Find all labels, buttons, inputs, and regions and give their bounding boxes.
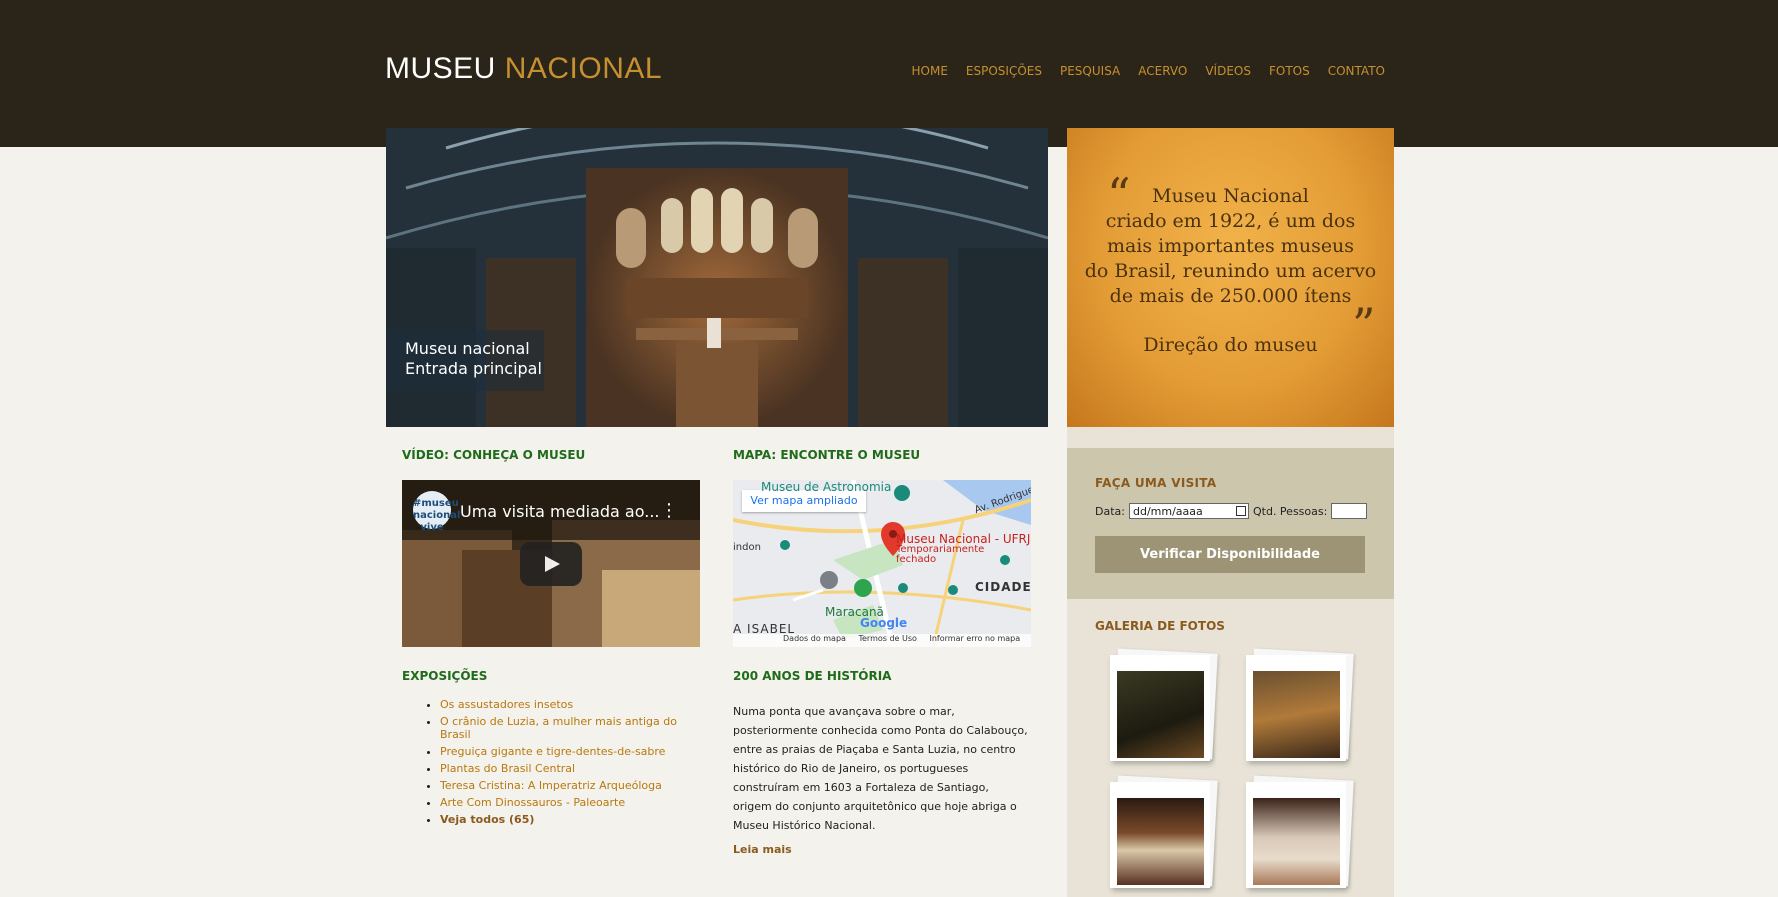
hero-caption: Museu nacional Entrada principal — [386, 330, 544, 391]
google-logo: Google — [860, 616, 908, 630]
site-header: MUSEU NACIONAL HOME ESPOSIÇÕES PESQUISA … — [0, 0, 1778, 147]
map-place-status: Temporariamente fechado — [896, 544, 985, 565]
logo-part-2: NACIONAL — [504, 52, 663, 85]
map-report-link[interactable]: Informar erro no mapa — [930, 634, 1021, 643]
video-title[interactable]: Uma visita mediada ao... — [460, 502, 660, 521]
map-footer: Dados do mapa Termos de Uso Informar err… — [733, 634, 1031, 647]
nav-acervo[interactable]: ACERVO — [1138, 64, 1187, 78]
quote-text: Museu Nacional criado em 1922, é um dos … — [1067, 184, 1394, 309]
exposicao-link[interactable]: O crânio de Luzia, a mulher mais antiga … — [440, 715, 677, 741]
list-item: Veja todos (65) — [440, 813, 710, 826]
gallery-title: GALERIA DE FOTOS — [1095, 619, 1225, 633]
exposicoes-title: EXPOSIÇÕES — [402, 669, 488, 683]
read-more-link[interactable]: Leia mais — [733, 843, 792, 856]
check-availability-button[interactable]: Verificar Disponibilidade — [1095, 536, 1365, 573]
visit-form: FAÇA UMA VISITA Data: dd/mm/aaaa Qtd. Pe… — [1067, 448, 1394, 599]
exposicao-link[interactable]: Teresa Cristina: A Imperatriz Arqueóloga — [440, 779, 662, 792]
gallery-thumb[interactable] — [1110, 775, 1218, 888]
exposicao-link[interactable]: Preguiça gigante e tigre-dentes-de-sabre — [440, 745, 665, 758]
list-item: Plantas do Brasil Central — [440, 762, 710, 775]
map-label: Museu de Astronomia — [761, 480, 892, 494]
hero-image: Museu nacional Entrada principal — [386, 128, 1048, 427]
calendar-icon[interactable] — [1235, 506, 1246, 516]
qty-label: Qtd. Pessoas: — [1252, 504, 1328, 518]
more-options-icon[interactable]: ⋮ — [660, 500, 678, 521]
exposicoes-list: Os assustadores insetos O crânio de Luzi… — [418, 698, 710, 830]
view-all-link[interactable]: Veja todos (65) — [440, 813, 534, 826]
historia-text: Numa ponta que avançava sobre o mar, pos… — [733, 705, 1028, 832]
map-label: CIDADE — [975, 580, 1031, 594]
gallery-thumb[interactable] — [1110, 648, 1218, 761]
qty-input[interactable] — [1331, 503, 1368, 519]
quote-line: de mais de 250.000 ítens — [1109, 285, 1352, 307]
list-item: Arte Com Dinossauros - Paleoarte — [440, 796, 710, 809]
quote-author: Direção do museu — [1143, 334, 1318, 356]
list-item: O crânio de Luzia, a mulher mais antiga … — [440, 715, 710, 741]
nav-home[interactable]: HOME — [912, 64, 948, 78]
video-player[interactable]: #museu nacional vive Uma visita mediada … — [402, 480, 700, 647]
map-label: indon — [733, 542, 761, 553]
nav-pesquisa[interactable]: PESQUISA — [1060, 64, 1120, 78]
play-button[interactable] — [520, 542, 582, 586]
gallery-photo — [1253, 798, 1340, 885]
nav-fotos[interactable]: FOTOS — [1269, 64, 1310, 78]
thumb-frame — [1246, 655, 1346, 761]
thumb-frame — [1110, 782, 1210, 888]
exposicao-link[interactable]: Plantas do Brasil Central — [440, 762, 575, 775]
list-item: Os assustadores insetos — [440, 698, 710, 711]
site-logo[interactable]: MUSEU NACIONAL — [385, 52, 662, 86]
quote-line: criado em 1922, é um dos — [1105, 210, 1356, 232]
visit-fields: Data: dd/mm/aaaa Qtd. Pessoas: — [1095, 503, 1368, 519]
thumb-frame — [1110, 655, 1210, 761]
embedded-map[interactable]: Ver mapa ampliado Museu de Astronomia Av… — [733, 480, 1031, 647]
video-section-title: VÍDEO: CONHEÇA O MUSEU — [402, 448, 586, 462]
logo-part-1: MUSEU — [385, 52, 496, 85]
exposicao-link[interactable]: Arte Com Dinossauros - Paleoarte — [440, 796, 625, 809]
hero-caption-line-1: Museu nacional — [405, 339, 530, 358]
map-section-title: MAPA: ENCONTRE O MUSEU — [733, 448, 921, 462]
list-item: Preguiça gigante e tigre-dentes-de-sabre — [440, 745, 710, 758]
gallery-photo — [1253, 671, 1340, 758]
quote-line: mais importantes museus — [1106, 235, 1355, 257]
channel-avatar[interactable]: #museu nacional vive — [413, 491, 460, 533]
main-nav: HOME ESPOSIÇÕES PESQUISA ACERVO VÍDEOS F… — [894, 64, 1385, 78]
gallery-thumb[interactable] — [1246, 648, 1354, 761]
quote-line: do Brasil, reunindo um acervo — [1084, 260, 1377, 282]
quote-panel: “ Museu Nacional criado em 1922, é um do… — [1067, 128, 1394, 427]
date-label: Data: — [1095, 504, 1125, 518]
map-data-link[interactable]: Dados do mapa — [783, 634, 846, 643]
date-input[interactable]: dd/mm/aaaa — [1128, 503, 1249, 519]
quote-line: Museu Nacional — [1152, 185, 1309, 207]
gallery-thumb[interactable] — [1246, 775, 1354, 888]
nav-exposicoes[interactable]: ESPOSIÇÕES — [966, 64, 1042, 78]
historia-title: 200 ANOS DE HISTÓRIA — [733, 669, 892, 683]
thumb-frame — [1246, 782, 1346, 888]
gallery-photo — [1117, 798, 1204, 885]
list-item: Teresa Cristina: A Imperatriz Arqueóloga — [440, 779, 710, 792]
visit-title: FAÇA UMA VISITA — [1095, 476, 1217, 490]
hero-caption-line-2: Entrada principal — [405, 359, 542, 378]
nav-contato[interactable]: CONTATO — [1328, 64, 1385, 78]
map-terms-link[interactable]: Termos de Uso — [858, 634, 916, 643]
date-placeholder: dd/mm/aaaa — [1132, 504, 1203, 518]
nav-videos[interactable]: VÍDEOS — [1205, 64, 1251, 78]
exposicao-link[interactable]: Os assustadores insetos — [440, 698, 573, 711]
gallery-photo — [1117, 671, 1204, 758]
